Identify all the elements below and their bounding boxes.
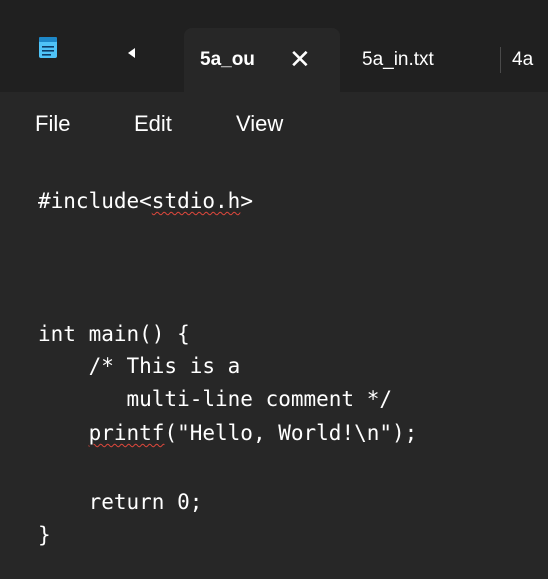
spellcheck-word-stdio: stdio.h	[151, 189, 241, 213]
notepad-icon	[39, 37, 57, 58]
close-icon[interactable]: ✕	[289, 28, 311, 90]
code-line-6: /* This is a	[38, 354, 241, 378]
tab-active-label: 5a_ou	[200, 49, 255, 70]
spellcheck-word-printf: printf	[88, 421, 165, 445]
code-line-1: #include<stdio.h>	[38, 186, 253, 216]
menu-file[interactable]: File	[35, 110, 70, 138]
notepad-window: 5a_ou ✕ 5a_in.txt 4a File Edit View #inc…	[0, 0, 548, 579]
code-line-8: printf("Hello, World!\n");	[38, 418, 418, 448]
tab-bar: 5a_ou ✕ 5a_in.txt 4a	[0, 0, 548, 92]
code-line-11: }	[38, 523, 51, 547]
code-line-7: multi-line comment */	[38, 387, 393, 411]
menu-edit[interactable]: Edit	[134, 110, 172, 138]
tab-4a-label: 4a	[512, 49, 534, 70]
code-line-10: return 0;	[38, 490, 203, 514]
tab-separator	[500, 47, 501, 73]
tab-active[interactable]: 5a_ou ✕	[184, 28, 340, 92]
tab-5a-in[interactable]: 5a_in.txt	[362, 28, 492, 92]
tab-5a-in-label: 5a_in.txt	[362, 49, 434, 70]
code-include-suffix: >	[240, 189, 253, 213]
back-arrow-icon[interactable]	[128, 48, 135, 58]
code-line-5: int main() {	[38, 322, 190, 346]
code-printf-args: ("Hello, World!\n");	[164, 421, 418, 445]
tab-4a[interactable]: 4a	[512, 28, 548, 92]
code-include-prefix: #include<	[38, 189, 152, 213]
menu-bar: File Edit View	[0, 92, 548, 154]
text-editor[interactable]: #include<stdio.h> int main() { /* This i…	[0, 154, 548, 579]
menu-view[interactable]: View	[236, 110, 283, 138]
